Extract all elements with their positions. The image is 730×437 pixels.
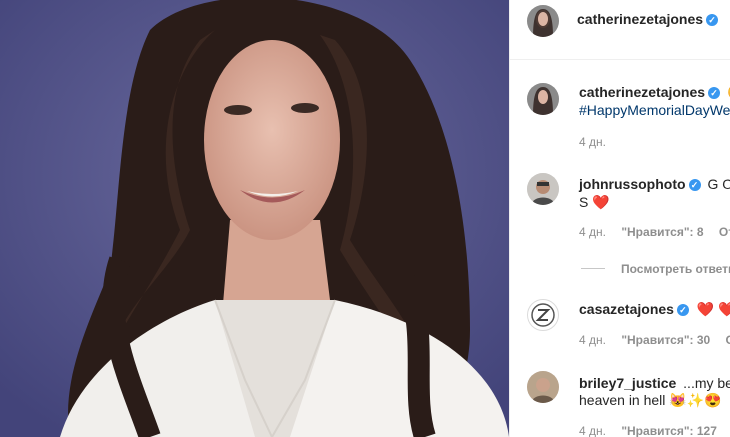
comment-text-line2: heaven in hell 😻✨😍 <box>579 392 722 409</box>
verified-icon: ✓ <box>676 304 689 316</box>
emoji-icons: 😻✨😍 <box>669 392 722 408</box>
caption-username[interactable]: catherinezetajones✓ 😊 <box>579 84 730 101</box>
reply-button[interactable]: От <box>726 333 730 347</box>
comment-avatar[interactable] <box>527 371 559 403</box>
comment-avatar[interactable] <box>527 299 559 331</box>
caption-hashtag[interactable]: #HappyMemorialDayWe <box>579 102 730 118</box>
comment-time[interactable]: 4 дн. <box>579 424 606 437</box>
heart-icon: ❤️ ❤️ <box>696 301 730 317</box>
comment-likes[interactable]: "Нравится": 8 <box>621 225 703 239</box>
comment-time[interactable]: 4 дн. <box>579 333 606 347</box>
comment-username-text[interactable]: briley7_justice <box>579 375 676 391</box>
comment-username[interactable]: briley7_justice ...my bed <box>579 375 730 391</box>
comment-username-text[interactable]: casazetajones <box>579 301 674 317</box>
comment-text: heaven in hell <box>579 392 666 408</box>
comment-avatar[interactable] <box>527 173 559 205</box>
reply-button[interactable]: Отв <box>719 225 730 239</box>
comment-meta: 4 дн. "Нравится": 30 От <box>579 333 730 347</box>
verified-icon: ✓ <box>688 179 701 191</box>
comment-likes[interactable]: "Нравится": 127 <box>621 424 717 437</box>
heart-icon: ❤️ <box>592 194 610 210</box>
header-username-text[interactable]: catherinezetajones <box>577 11 703 27</box>
verified-icon: ✓ <box>708 87 721 99</box>
caption-time[interactable]: 4 дн. <box>579 135 606 149</box>
comment-text-line2: S ❤️ <box>579 194 610 211</box>
replies-divider <box>581 268 605 269</box>
caption-avatar[interactable] <box>527 83 559 115</box>
author-avatar[interactable] <box>527 5 559 37</box>
comments-panel: catherinezetajones ✓ catherinezetajones ✓ … <box>509 0 730 437</box>
verified-icon: ✓ <box>706 14 719 26</box>
caption-username-text[interactable]: catherinezetajones <box>579 84 705 100</box>
post-header: catherinezetajones ✓ <box>510 0 730 60</box>
comment-username[interactable]: casazetajones✓ ❤️ ❤️ <box>579 301 730 318</box>
comment-time[interactable]: 4 дн. <box>579 225 606 239</box>
comment-username[interactable]: johnrussophoto✓ G O <box>579 176 730 192</box>
comment-text: ...my bed <box>683 375 730 391</box>
comment-meta: 4 дн. "Нравится": 127 От <box>579 424 730 437</box>
comment-text: G O <box>707 176 730 192</box>
comment-username-text[interactable]: johnrussophoto <box>579 176 686 192</box>
post-photo[interactable] <box>0 0 509 437</box>
portrait-image <box>0 0 509 437</box>
view-replies-button[interactable]: Посмотреть ответы <box>621 262 730 276</box>
comment-likes[interactable]: "Нравится": 30 <box>621 333 710 347</box>
comment-meta: 4 дн. "Нравится": 8 Отв <box>579 225 730 239</box>
header-username[interactable]: catherinezetajones ✓ <box>577 11 719 27</box>
comment-text: S <box>579 194 589 210</box>
